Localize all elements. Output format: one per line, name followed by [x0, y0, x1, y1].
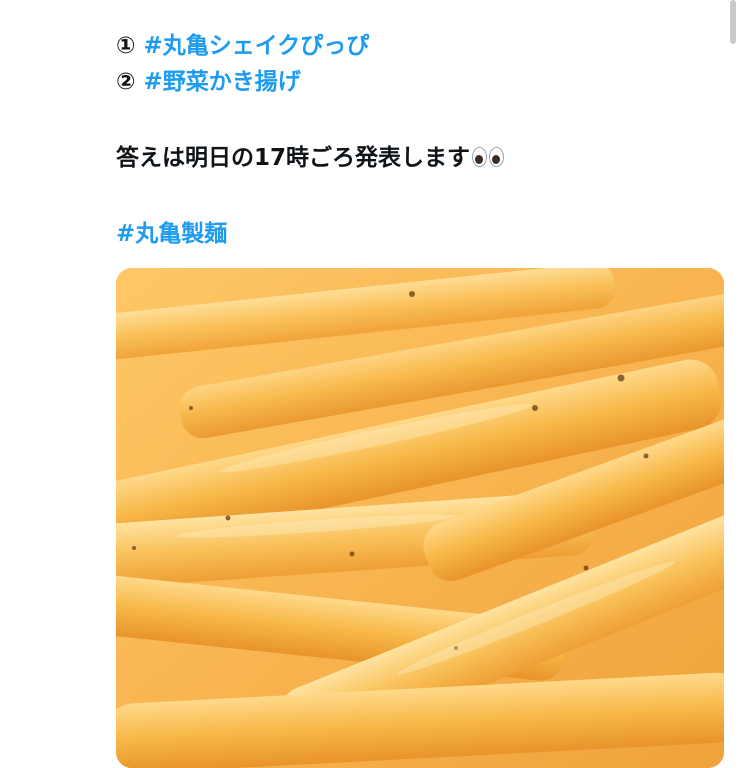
hashtag-yasai-kakiage[interactable]: #野菜かき揚げ [143, 69, 300, 95]
eyes-icon [472, 146, 506, 168]
fries-photo-icon [116, 268, 724, 768]
option-2-line: ② #野菜かき揚げ [116, 64, 720, 100]
scroll-indicator[interactable] [730, 0, 736, 44]
answer-text: 答えは明日の17時ごろ発表します [116, 145, 471, 171]
option-2-number: ② [116, 69, 144, 95]
answer-line: 答えは明日の17時ごろ発表します [116, 140, 720, 176]
tweet-photo[interactable] [116, 268, 724, 768]
option-1-number: ① [116, 33, 144, 59]
hashtag-marugame-seimen[interactable]: #丸亀製麺 [116, 221, 227, 247]
option-1-line: ① #丸亀シェイクぴっぴ [116, 28, 720, 64]
brand-line: #丸亀製麺 [116, 216, 720, 252]
hashtag-marugame-shake[interactable]: #丸亀シェイクぴっぴ [143, 33, 369, 59]
tweet-text: ① #丸亀シェイクぴっぴ ② #野菜かき揚げ 答えは明日の17時ごろ発表します … [116, 28, 720, 252]
